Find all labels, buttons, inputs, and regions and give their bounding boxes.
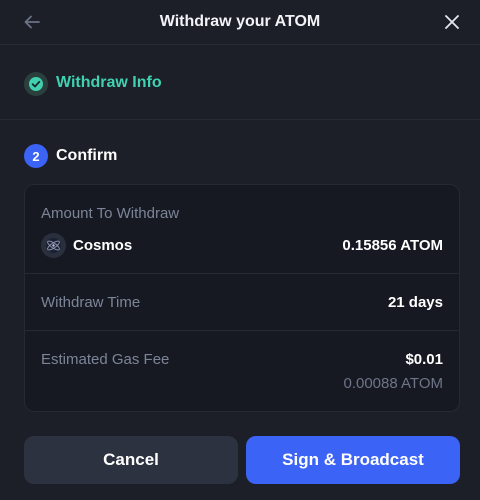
close-icon [445,15,459,29]
withdraw-dialog: Withdraw your ATOM Withdraw Info 2 Confi… [0,0,480,500]
confirm-details-card: Amount To Withdraw Cosmos 0.15856 ATOM W… [24,184,460,412]
back-button[interactable] [22,12,42,32]
withdraw-amount: 0.15856 ATOM [342,237,443,254]
sign-broadcast-button[interactable]: Sign & Broadcast [246,436,460,484]
gas-fee-label: Estimated Gas Fee [41,351,170,368]
step-withdraw-info[interactable]: Withdraw Info [0,46,480,120]
dialog-title: Withdraw your ATOM [159,13,321,30]
cosmos-icon [41,233,66,258]
step-label-withdraw-info: Withdraw Info [56,74,162,91]
gas-fee-usd: $0.01 [405,351,443,368]
arrow-left-icon [24,15,40,29]
divider [25,330,459,331]
withdraw-time-value: 21 days [387,294,443,311]
coin-name: Cosmos [73,237,133,254]
check-circle-icon [29,77,43,91]
cancel-button[interactable]: Cancel [24,436,238,484]
divider [25,273,459,274]
withdraw-time-label: Withdraw Time [41,294,141,311]
step-complete-badge [24,72,48,96]
step-number-badge: 2 [24,144,48,168]
step-label-confirm: Confirm [56,147,118,164]
gas-fee-atom: 0.00088 ATOM [343,375,443,392]
close-button[interactable] [442,12,462,32]
dialog-header: Withdraw your ATOM [0,0,480,45]
amount-label: Amount To Withdraw [41,205,180,222]
